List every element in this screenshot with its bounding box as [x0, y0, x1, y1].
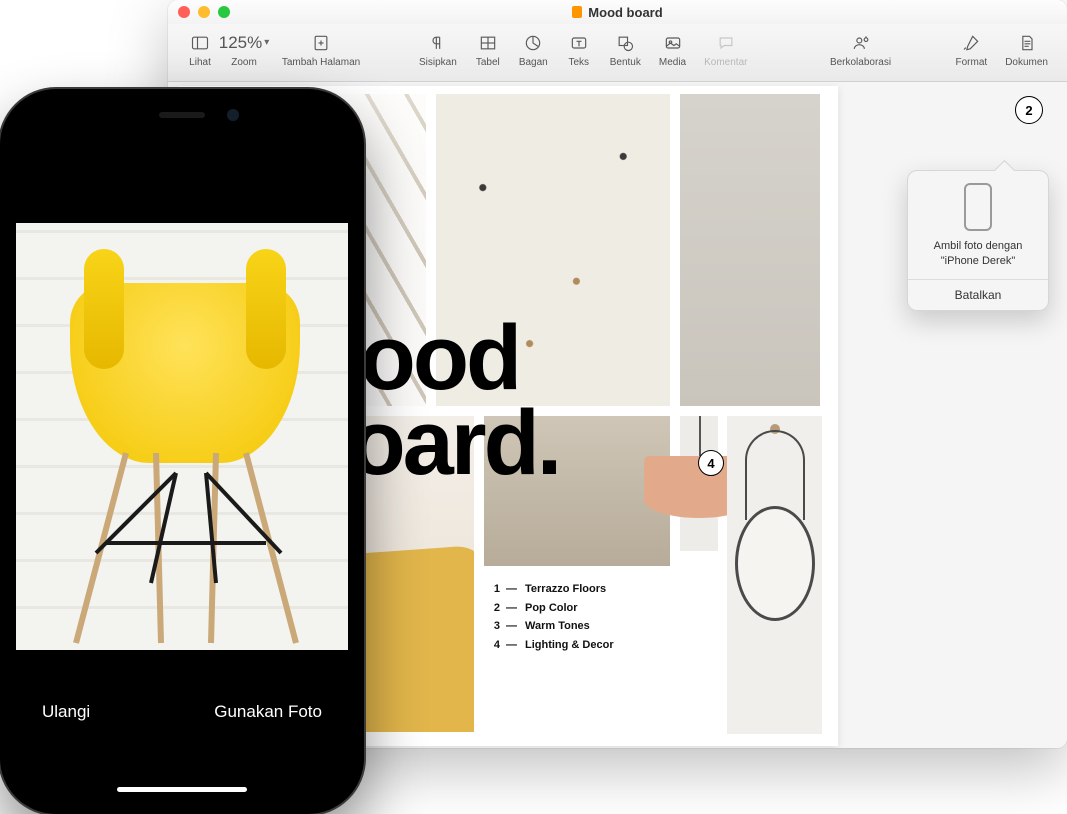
chart-label: Bagan	[519, 57, 548, 68]
shape-button[interactable]: Bentuk	[601, 28, 650, 78]
paintbrush-icon	[960, 32, 982, 54]
preview-yellow-chair	[70, 283, 300, 463]
piechart-icon	[522, 32, 544, 54]
collaborate-icon	[850, 32, 872, 54]
window-controls	[178, 6, 230, 18]
iphone-outline-icon	[964, 183, 992, 231]
retake-button[interactable]: Ulangi	[42, 702, 90, 722]
zoom-label: Zoom	[231, 57, 257, 68]
legend-row: 3—Warm Tones	[488, 617, 614, 636]
callout-4: 4	[698, 450, 724, 476]
legend-row: 4—Lighting & Decor	[488, 636, 614, 655]
toolbar: Lihat 125%▾ Zoom Tambah Halaman Sisipkan	[168, 24, 1067, 82]
window-title: Mood board	[168, 5, 1067, 20]
continuity-camera-popover: Ambil foto dengan"iPhone Derek" Batalkan	[907, 170, 1049, 311]
sidebar-icon	[189, 32, 211, 54]
pilcrow-icon	[427, 32, 449, 54]
popover-message: Ambil foto dengan"iPhone Derek"	[908, 239, 1048, 279]
minimize-window-button[interactable]	[198, 6, 210, 18]
legend-row: 2—Pop Color	[488, 599, 614, 618]
format-label: Format	[956, 57, 988, 68]
table-button[interactable]: Tabel	[466, 28, 510, 78]
comment-button[interactable]: Komentar	[695, 28, 756, 78]
iphone-frame: Ulangi Gunakan Foto	[0, 89, 364, 814]
iphone-notch	[97, 103, 267, 131]
document-button[interactable]: Dokumen	[996, 28, 1057, 78]
zoom-value: 125%▾	[233, 32, 255, 54]
iphone-device: Ulangi Gunakan Foto	[0, 89, 364, 814]
add-page-button[interactable]: Tambah Halaman	[266, 28, 376, 78]
use-photo-button[interactable]: Gunakan Foto	[214, 702, 322, 722]
document-icon	[572, 6, 582, 18]
textbox-icon	[568, 32, 590, 54]
camera-preview	[16, 223, 348, 653]
zoom-button[interactable]: 125%▾ Zoom	[222, 28, 266, 78]
preview-chair-legs	[56, 443, 316, 653]
legend: 1—Terrazzo Floors 2—Pop Color 3—Warm Ton…	[488, 580, 614, 655]
image-icon	[662, 32, 684, 54]
media-button[interactable]: Media	[650, 28, 695, 78]
insert-button[interactable]: Sisipkan	[410, 28, 466, 78]
image-pendant-lamp	[680, 416, 718, 551]
table-icon	[477, 32, 499, 54]
comment-icon	[715, 32, 737, 54]
view-button[interactable]: Lihat	[178, 28, 222, 78]
image-concrete	[680, 94, 820, 406]
fullscreen-window-button[interactable]	[218, 6, 230, 18]
document-page-icon	[1016, 32, 1038, 54]
text-label: Teks	[568, 57, 589, 68]
front-camera-icon	[227, 109, 239, 121]
insert-label: Sisipkan	[419, 57, 457, 68]
speaker-icon	[159, 112, 205, 118]
format-button[interactable]: Format	[947, 28, 997, 78]
close-window-button[interactable]	[178, 6, 190, 18]
collaborate-label: Berkolaborasi	[830, 57, 891, 68]
table-label: Tabel	[476, 57, 500, 68]
plus-page-icon	[310, 32, 332, 54]
view-label: Lihat	[189, 57, 211, 68]
shape-label: Bentuk	[610, 57, 641, 68]
text-button[interactable]: Teks	[557, 28, 601, 78]
add-page-label: Tambah Halaman	[282, 57, 360, 68]
iphone-screen: Ulangi Gunakan Foto	[16, 103, 348, 800]
lamp-cord	[699, 416, 701, 456]
shape-icon	[614, 32, 636, 54]
legend-row: 1—Terrazzo Floors	[488, 580, 614, 599]
media-label: Media	[659, 57, 686, 68]
comment-label: Komentar	[704, 57, 747, 68]
image-mirror	[727, 416, 822, 734]
mirror-circle	[735, 506, 815, 621]
chart-button[interactable]: Bagan	[510, 28, 557, 78]
document-label: Dokumen	[1005, 57, 1048, 68]
collaborate-button[interactable]: Berkolaborasi	[815, 28, 907, 78]
titlebar: Mood board	[168, 0, 1067, 24]
camera-bottom-bar: Ulangi Gunakan Foto	[16, 650, 348, 800]
home-indicator[interactable]	[117, 787, 247, 792]
popover-cancel-button[interactable]: Batalkan	[908, 279, 1048, 310]
callout-2: 2	[1015, 96, 1043, 124]
